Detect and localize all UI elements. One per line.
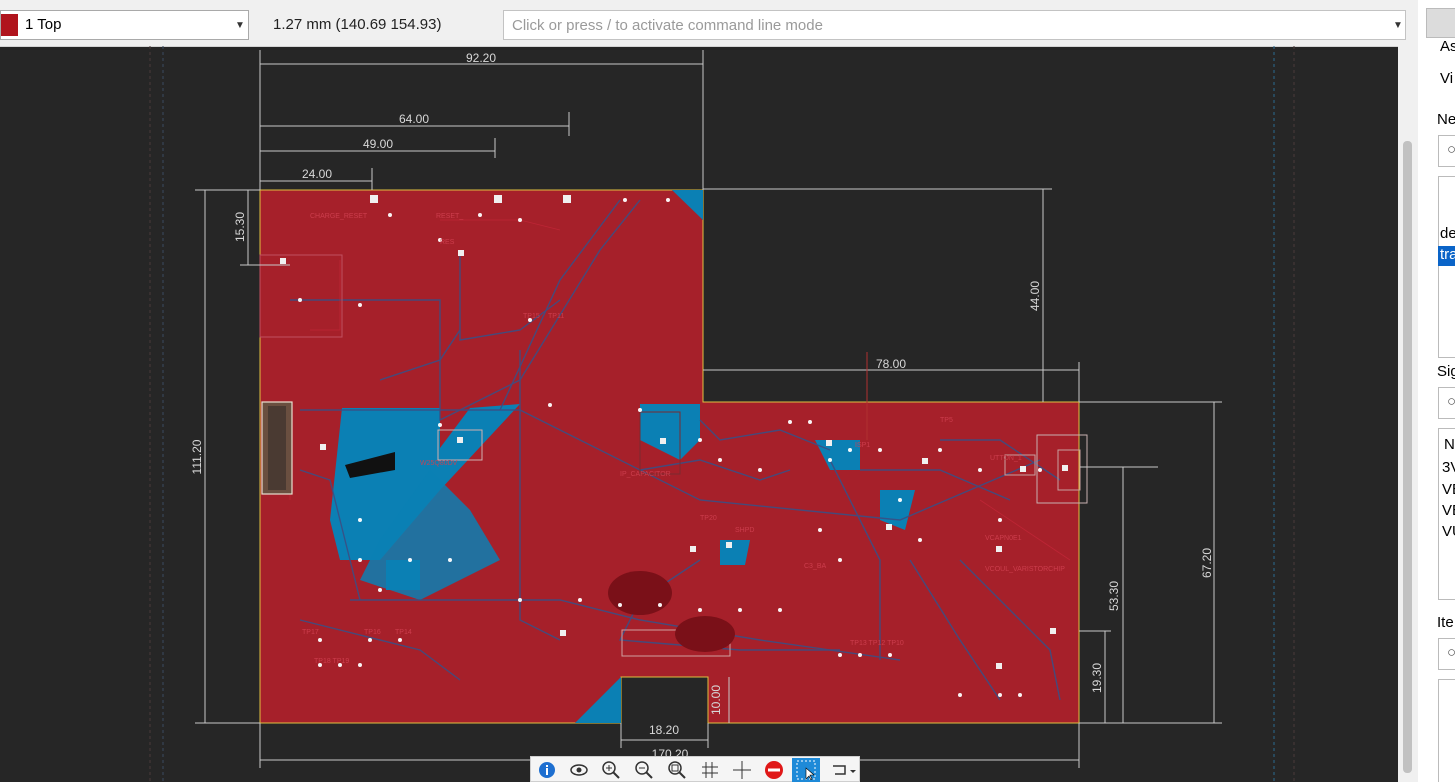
svg-text:CHARGE_RESET: CHARGE_RESET [310, 213, 368, 220]
dimension-label: 78.00 [876, 357, 906, 371]
svg-text:TP20: TP20 [700, 515, 717, 522]
dimension-label: 53.30 [1107, 581, 1121, 611]
panel-label-9[interactable]: VU [1442, 523, 1455, 540]
search-icon: ○ [1447, 141, 1455, 158]
svg-text:VCOUL_VARISTORCHIP: VCOUL_VARISTORCHIP [985, 566, 1065, 573]
selected-list-item[interactable]: tra [1438, 246, 1455, 266]
svg-text:TP11: TP11 [548, 313, 564, 320]
command-line[interactable]: ▼ [503, 10, 1406, 40]
svg-text:TP13 TP12 TP10: TP13 TP12 TP10 [850, 640, 904, 647]
panel-label-3: de [1440, 225, 1455, 242]
dimension-label: 10.00 [709, 685, 723, 715]
svg-text:C3_BA: C3_BA [804, 563, 827, 570]
pcb-canvas[interactable]: CHARGE_RESET RESET_ RES TP11 TP15 W25Q80DV I… [0, 46, 1398, 782]
panel-label-6[interactable]: 3V [1442, 459, 1455, 476]
dimension-label: 44.00 [1028, 281, 1042, 311]
dimension-label: 49.00 [363, 137, 393, 151]
layer-label: 1 Top [25, 16, 62, 33]
panel-label-7[interactable]: VE [1442, 481, 1455, 498]
command-input[interactable] [504, 11, 1374, 39]
svg-text:RESET_: RESET_ [436, 213, 463, 220]
layer-select[interactable]: 1 Top ▼ [0, 10, 249, 40]
panel-label-5: N [1444, 436, 1455, 453]
svg-text:W25Q80DV: W25Q80DV [420, 460, 458, 467]
zoom-in-icon[interactable] [597, 758, 625, 782]
dimension-label: 18.20 [649, 723, 679, 737]
eye-icon[interactable] [565, 758, 593, 782]
zoom-out-icon[interactable] [630, 758, 658, 782]
panel-label-8[interactable]: VE [1442, 502, 1455, 519]
pcb-board[interactable]: CHARGE_RESET RESET_ RES TP11 TP15 W25Q80DV I… [259, 189, 1088, 724]
top-toolbar: 1 Top ▼ 1.27 mm (140.69 154.93) ▼ [0, 0, 1420, 47]
dimension-label: 24.00 [302, 167, 332, 181]
svg-text:TP18 TP19: TP18 TP19 [314, 658, 349, 665]
grid-icon[interactable] [696, 758, 724, 782]
scrollbar-thumb[interactable] [1403, 141, 1412, 773]
net-list[interactable] [1438, 176, 1455, 358]
panel-label-10: Ite [1437, 614, 1454, 631]
chevron-down-icon: ▼ [235, 20, 245, 31]
panel-label-4: Sig [1437, 363, 1455, 380]
item-list[interactable] [1438, 679, 1455, 782]
zoom-fit-icon[interactable] [663, 758, 691, 782]
search-icon: ○ [1447, 644, 1455, 661]
svg-text:ISP1: ISP1 [855, 442, 870, 449]
svg-text:SHPD: SHPD [735, 527, 754, 534]
dimension-label: 15.30 [233, 212, 247, 242]
panel-label-2: Ne [1437, 111, 1455, 128]
view-toolbar [530, 756, 860, 782]
svg-text:VCAPN0E1: VCAPN0E1 [985, 535, 1022, 542]
search-icon: ○ [1447, 393, 1455, 410]
cursor-coordinates: 1.27 mm (140.69 154.93) [273, 16, 442, 33]
svg-text:UTTON_1: UTTON_1 [990, 455, 1022, 462]
route-icon[interactable] [827, 758, 856, 782]
right-panel: As Vi Ne ○ de tra Sig ○ N 3V VE VE VU It… [1418, 0, 1455, 782]
crosshair-icon[interactable] [728, 758, 756, 782]
dimension-label: 111.20 [190, 439, 204, 474]
svg-text:TP5: TP5 [940, 417, 953, 424]
stop-icon[interactable] [760, 758, 788, 782]
dimension-label: 92.20 [466, 51, 496, 65]
panel-label-0: As [1440, 38, 1455, 55]
svg-text:IP_CAPACITOR: IP_CAPACITOR [620, 471, 671, 478]
svg-text:TP16: TP16 [364, 629, 381, 636]
select-icon[interactable] [792, 758, 820, 782]
dimension-label: 64.00 [399, 112, 429, 126]
vertical-scrollbar[interactable] [1398, 46, 1418, 782]
svg-text:TP17: TP17 [302, 629, 319, 636]
svg-text:TP15: TP15 [523, 313, 540, 320]
dimension-label: 19.30 [1090, 663, 1104, 693]
net-search-input[interactable]: ○ [1438, 135, 1455, 167]
chevron-down-icon[interactable]: ▼ [1393, 20, 1403, 31]
svg-text:RES: RES [440, 239, 455, 246]
panel-label-1: Vi [1440, 70, 1454, 87]
layer-color-swatch [1, 14, 18, 36]
info-icon[interactable] [533, 758, 561, 782]
signal-search-input[interactable]: ○ [1438, 387, 1455, 419]
svg-text:TP14: TP14 [395, 629, 412, 636]
dimension-label: 67.20 [1200, 548, 1214, 578]
pointer-tool-icon[interactable] [1426, 8, 1455, 38]
item-search-input[interactable]: ○ [1438, 638, 1455, 670]
